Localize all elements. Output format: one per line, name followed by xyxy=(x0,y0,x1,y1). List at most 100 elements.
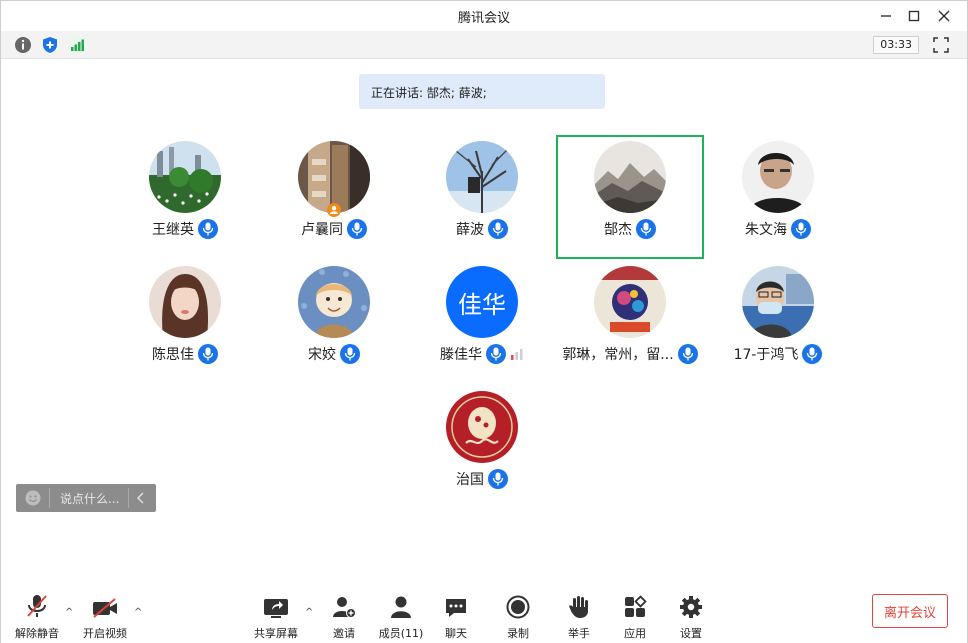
participant-tile[interactable]: 薛波 xyxy=(408,135,556,259)
security-button[interactable] xyxy=(40,35,60,55)
mic-icon xyxy=(791,219,811,239)
minimize-icon xyxy=(881,15,891,17)
share-screen-icon xyxy=(264,599,288,618)
participant-tile[interactable]: 朱文海 xyxy=(704,135,852,259)
collapse-chevron-icon[interactable] xyxy=(136,492,146,504)
members-icon xyxy=(391,596,411,618)
hand-icon xyxy=(569,596,588,618)
mic-icon xyxy=(488,219,508,239)
share-screen-button[interactable]: 共享屏幕 xyxy=(251,593,301,641)
add-user-icon xyxy=(333,597,356,618)
avatar xyxy=(446,141,518,213)
unmute-button[interactable]: 解除静音 xyxy=(12,593,62,641)
participant-name: 陈思佳 xyxy=(152,347,194,363)
avatar xyxy=(742,266,814,338)
meeting-toolbar: 03:33 xyxy=(1,31,967,59)
participant-name: 王继英 xyxy=(152,222,194,238)
participant-tile[interactable]: 治国 xyxy=(408,385,556,509)
window-title: 腾讯会议 xyxy=(457,11,510,26)
avatar-initials: 佳华 xyxy=(446,266,518,338)
participant-name: 卢曩同 xyxy=(301,222,343,238)
video-options-chevron-icon[interactable]: ^ xyxy=(134,607,142,618)
signal-icon xyxy=(69,37,85,53)
apps-icon xyxy=(625,595,647,617)
mic-icon xyxy=(347,219,367,239)
close-icon xyxy=(938,10,950,22)
info-button[interactable] xyxy=(13,35,33,55)
raise-hand-button[interactable]: 举手 xyxy=(554,593,604,641)
record-icon xyxy=(506,595,530,619)
apps-button[interactable]: 应用 xyxy=(610,593,660,641)
share-options-chevron-icon[interactable]: ^ xyxy=(305,607,313,618)
members-label: 成员(11) xyxy=(378,627,424,640)
unmute-label: 解除静音 xyxy=(15,627,59,640)
record-label: 录制 xyxy=(507,627,529,640)
mic-icon xyxy=(198,344,218,364)
invite-button[interactable]: 邀请 xyxy=(319,593,369,641)
signal-strength-icon xyxy=(511,349,523,360)
settings-label: 设置 xyxy=(680,627,702,640)
participant-tile[interactable]: 王继英 xyxy=(111,135,259,259)
maximize-icon xyxy=(908,10,920,22)
participant-name: 滕佳华 xyxy=(440,347,482,363)
participant-tile[interactable]: 宋姣 xyxy=(260,260,408,384)
apps-label: 应用 xyxy=(624,627,646,640)
chat-input-bar[interactable]: 说点什么... xyxy=(16,484,156,512)
participant-name: 薛波 xyxy=(456,222,484,238)
fullscreen-button[interactable] xyxy=(931,35,951,55)
participant-name: 17-于鸿飞 xyxy=(733,347,799,363)
network-button[interactable] xyxy=(67,35,87,55)
minimize-button[interactable] xyxy=(873,4,899,28)
title-bar: 腾讯会议 xyxy=(1,1,967,31)
participant-name: 郭琳，常州，留... xyxy=(562,347,674,363)
close-button[interactable] xyxy=(931,4,957,28)
raise-hand-label: 举手 xyxy=(568,627,590,640)
mic-icon xyxy=(198,219,218,239)
info-icon xyxy=(15,37,31,53)
mic-icon xyxy=(488,469,508,489)
shield-icon xyxy=(43,37,57,53)
avatar xyxy=(149,141,221,213)
avatar xyxy=(446,391,518,463)
control-bar: 解除静音 ^ 开启视频 ^ 共享屏幕 ^ 邀请 成员(11) 聊天 录制 举手 … xyxy=(1,581,967,643)
start-video-button[interactable]: 开启视频 xyxy=(80,593,130,641)
start-video-label: 开启视频 xyxy=(83,627,127,640)
members-button[interactable]: 成员(11) xyxy=(376,593,426,641)
participant-tile[interactable]: 郭琳，常州，留... xyxy=(556,260,704,384)
mic-icon xyxy=(802,344,823,364)
maximize-button[interactable] xyxy=(901,4,927,28)
participant-tile-active[interactable]: 郜杰 xyxy=(556,135,704,259)
participant-tile[interactable]: 佳华 滕佳华 xyxy=(408,260,556,384)
record-button[interactable]: 录制 xyxy=(493,593,543,641)
settings-button[interactable]: 设置 xyxy=(666,593,716,641)
invite-label: 邀请 xyxy=(333,627,355,640)
speaking-indicator: 正在讲话: 郜杰; 薛波; xyxy=(359,74,605,109)
meeting-window: 腾讯会议 03:33 正在讲话: 郜杰; 薛波; 王继英 卢曩同 薛波 郜杰 朱… xyxy=(0,0,968,643)
mic-icon xyxy=(340,344,360,364)
participant-tile[interactable]: 陈思佳 xyxy=(111,260,259,384)
avatar xyxy=(149,266,221,338)
fullscreen-icon xyxy=(933,37,949,53)
chat-icon xyxy=(446,599,466,617)
participant-name: 宋姣 xyxy=(308,347,336,363)
chat-button[interactable]: 聊天 xyxy=(431,593,481,641)
leave-meeting-button[interactable]: 离开会议 xyxy=(872,594,948,628)
participant-tile[interactable]: 17-于鸿飞 xyxy=(704,260,852,384)
avatar xyxy=(594,141,666,213)
mic-muted-icon xyxy=(27,595,47,617)
audio-options-chevron-icon[interactable]: ^ xyxy=(65,607,73,618)
participant-name: 郜杰 xyxy=(604,222,632,238)
mic-icon xyxy=(677,344,698,364)
avatar xyxy=(594,266,666,338)
mic-icon xyxy=(486,344,506,364)
avatar xyxy=(742,141,814,213)
chat-label: 聊天 xyxy=(445,627,467,640)
gear-icon xyxy=(680,596,702,618)
participant-tile[interactable]: 卢曩同 xyxy=(260,135,408,259)
avatar xyxy=(298,266,370,338)
meeting-timer: 03:33 xyxy=(873,36,919,54)
mic-icon xyxy=(636,219,656,239)
emoji-icon[interactable] xyxy=(25,490,41,506)
host-badge-icon xyxy=(327,203,341,217)
chat-placeholder[interactable]: 说点什么... xyxy=(60,490,119,507)
